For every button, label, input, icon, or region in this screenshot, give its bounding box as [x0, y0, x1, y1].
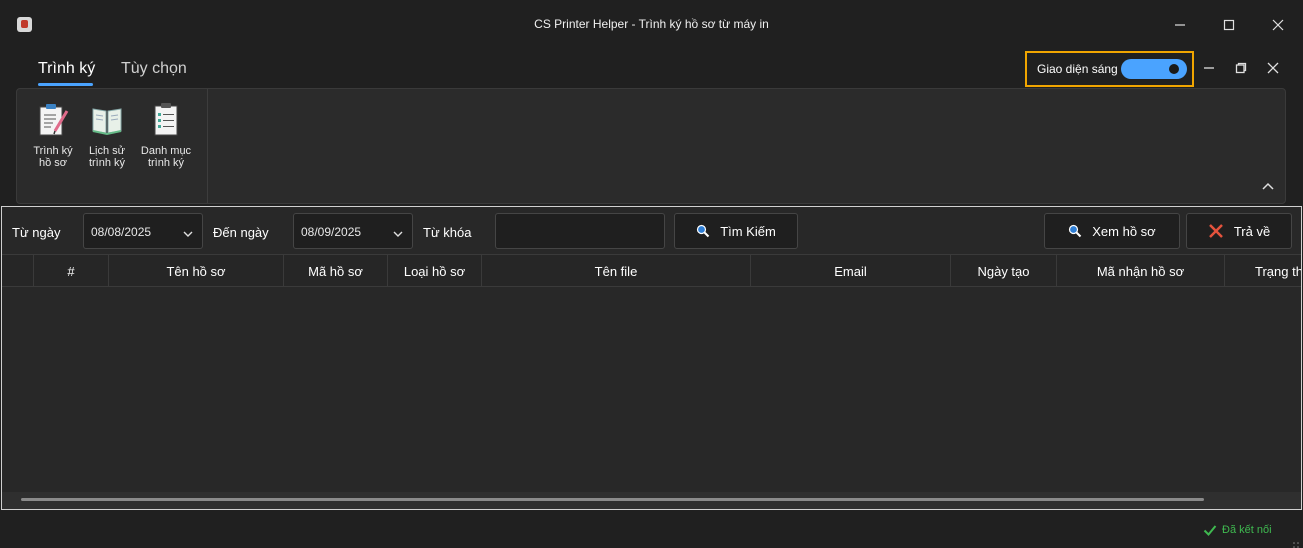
main-panel: Từ ngày 08/08/2025 Đến ngày 08/09/2025 T…: [1, 206, 1302, 510]
ribbon-item-history[interactable]: Lịch sử trình ký: [79, 101, 135, 169]
window-close-button[interactable]: [1263, 10, 1293, 40]
connection-status: Đã kết nối: [1222, 524, 1272, 536]
grid-column-header[interactable]: Mã hồ sơ: [284, 255, 388, 288]
keyword-label: Từ khóa: [423, 225, 472, 240]
to-date-label: Đến ngày: [213, 225, 269, 240]
to-date-value: 08/09/2025: [301, 225, 362, 239]
ribbon-item-sign-document[interactable]: Trình ký hồ sơ: [25, 101, 81, 169]
ribbon-item-label: Lịch sử trình ký: [88, 145, 126, 169]
grid-column-header[interactable]: Loại hồ sơ: [388, 255, 482, 288]
grid-column-header[interactable]: Ngày tạo: [951, 255, 1057, 288]
theme-toggle-switch[interactable]: [1121, 59, 1187, 79]
return-button[interactable]: Trả về: [1186, 213, 1292, 249]
inner-close-button[interactable]: [1261, 56, 1285, 80]
view-record-button[interactable]: Xem hồ sơ: [1044, 213, 1180, 249]
close-icon: [1208, 223, 1224, 239]
check-icon: [1203, 523, 1217, 537]
grid-header: # Tên hồ sơ Mã hồ sơ Loại hồ sơ Tên file…: [2, 254, 1301, 288]
tab-trinh-ky[interactable]: Trình ký: [38, 60, 95, 78]
search-button-label: Tìm Kiếm: [720, 223, 776, 239]
grid-column-header[interactable]: [2, 255, 34, 288]
chevron-up-icon: [1262, 182, 1274, 190]
window-title: CS Printer Helper - Trình ký hồ sơ từ má…: [534, 17, 769, 31]
ribbon-item-catalog[interactable]: Danh mục trình ký: [138, 101, 194, 169]
ribbon-panel: Trình ký hồ sơ Lịch sử trình ký Danh mục…: [16, 88, 1286, 204]
grid-column-header[interactable]: Trạng thái: [1225, 255, 1301, 288]
from-date-value: 08/08/2025: [91, 225, 152, 239]
active-tab-indicator: [38, 83, 93, 86]
search-icon: [696, 224, 710, 238]
checklist-icon: [149, 101, 183, 137]
horizontal-scrollbar[interactable]: [2, 492, 1301, 509]
return-button-label: Trả về: [1233, 223, 1271, 239]
chevron-down-icon: [393, 227, 403, 237]
ribbon-collapse-button[interactable]: [1261, 179, 1275, 193]
sign-document-icon: [36, 101, 70, 137]
window-minimize-button[interactable]: [1165, 10, 1195, 40]
inner-restore-button[interactable]: [1229, 56, 1253, 80]
grid-column-header[interactable]: Tên hồ sơ: [109, 255, 284, 288]
from-date-label: Từ ngày: [12, 225, 61, 240]
search-button[interactable]: Tìm Kiếm: [674, 213, 798, 249]
grid-column-header[interactable]: Mã nhận hồ sơ: [1057, 255, 1225, 288]
ribbon-item-label: Trình ký hồ sơ: [33, 145, 73, 169]
view-record-button-label: Xem hồ sơ: [1092, 223, 1156, 239]
scrollbar-thumb[interactable]: [21, 498, 1204, 501]
title-bar: CS Printer Helper - Trình ký hồ sơ từ má…: [0, 0, 1303, 50]
search-icon: [1068, 224, 1082, 238]
tab-tuy-chon[interactable]: Tùy chọn: [121, 60, 187, 78]
status-bar: Đã kết nối: [0, 511, 1303, 548]
theme-toggle-label: Giao diện sáng: [1037, 62, 1118, 76]
grid-column-header[interactable]: #: [34, 255, 109, 288]
ribbon-group-divider: [207, 89, 208, 203]
from-date-picker[interactable]: 08/08/2025: [83, 213, 203, 249]
resize-grip-icon[interactable]: [1292, 537, 1300, 548]
grid-column-header[interactable]: Tên file: [482, 255, 751, 288]
toggle-knob: [1169, 64, 1179, 74]
window-maximize-button[interactable]: [1214, 10, 1244, 40]
grid-body[interactable]: [2, 287, 1301, 492]
ribbon-item-label: Danh mục trình ký: [140, 145, 192, 169]
chevron-down-icon: [183, 227, 193, 237]
theme-toggle-group: Giao diện sáng: [1025, 51, 1194, 87]
history-book-icon: [90, 101, 124, 137]
to-date-picker[interactable]: 08/09/2025: [293, 213, 413, 249]
keyword-input[interactable]: [495, 213, 665, 249]
grid-column-header[interactable]: Email: [751, 255, 951, 288]
inner-minimize-button[interactable]: [1197, 56, 1221, 80]
